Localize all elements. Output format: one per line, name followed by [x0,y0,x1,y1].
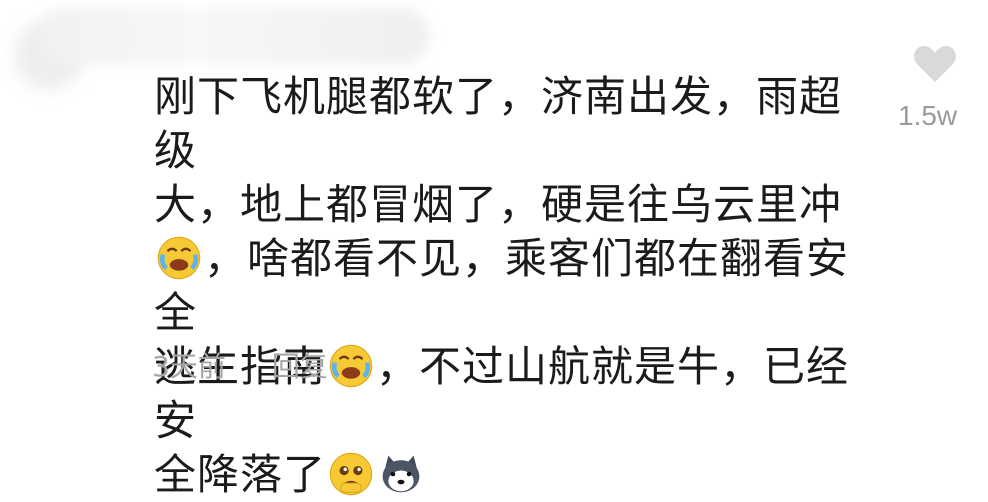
comment-line-3-text: ，啥都看不见，乘客们都在翻看安全 [154,234,850,337]
like-button[interactable] [910,44,960,88]
comment-text: 刚下飞机腿都软了，济南出发，雨超级 大，地上都冒烟了，硬是往乌云里冲 ，啥都看不… [154,70,874,502]
comment-line-2: 大，地上都冒烟了，硬是往乌云里冲 [154,180,843,229]
crying-laughing-emoji-icon [157,236,201,280]
comment-line-5: 全降落了 [154,448,874,502]
comment-line-1: 刚下飞机腿都软了，济南出发，雨超级 [154,72,843,175]
husky-dog-emoji-icon [382,455,420,493]
pleading-emoji-icon [329,452,373,496]
comment-meta: 3天前 回复 [152,345,328,385]
timestamp: 3天前 [152,350,226,383]
username-blurred[interactable] [40,8,430,64]
like-count: 1.5w [898,100,958,131]
comment-line-3: ，啥都看不见，乘客们都在翻看安全 [154,232,874,340]
reply-button[interactable]: 回复 [272,345,328,385]
heart-icon[interactable] [912,44,958,84]
comment-line-5-text: 全降落了 [154,450,327,499]
crying-laughing-emoji-icon [329,344,373,388]
